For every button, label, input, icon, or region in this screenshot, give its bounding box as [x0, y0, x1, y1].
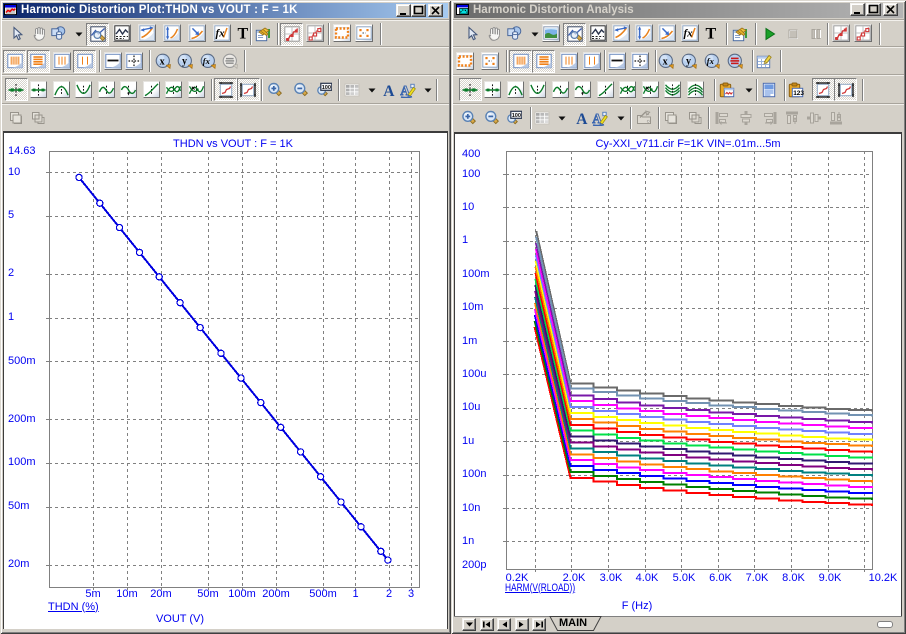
svg-text:x: x: [160, 56, 165, 67]
svg-text:y: y: [182, 56, 187, 67]
svg-text:T: T: [238, 26, 249, 42]
svg-text:100: 100: [321, 85, 330, 91]
svg-text:123: 123: [793, 90, 804, 97]
svg-text:y: y: [686, 56, 691, 67]
svg-text:fx: fx: [707, 55, 715, 65]
svg-text:fx: fx: [216, 28, 226, 40]
svg-text:fx: fx: [202, 55, 210, 65]
svg-text:x: x: [663, 56, 668, 67]
svg-text:A: A: [383, 82, 395, 97]
svg-text:A: A: [576, 110, 588, 125]
svg-text:100: 100: [512, 113, 521, 119]
svg-text:fx: fx: [683, 28, 693, 40]
svg-text:T: T: [706, 26, 717, 42]
